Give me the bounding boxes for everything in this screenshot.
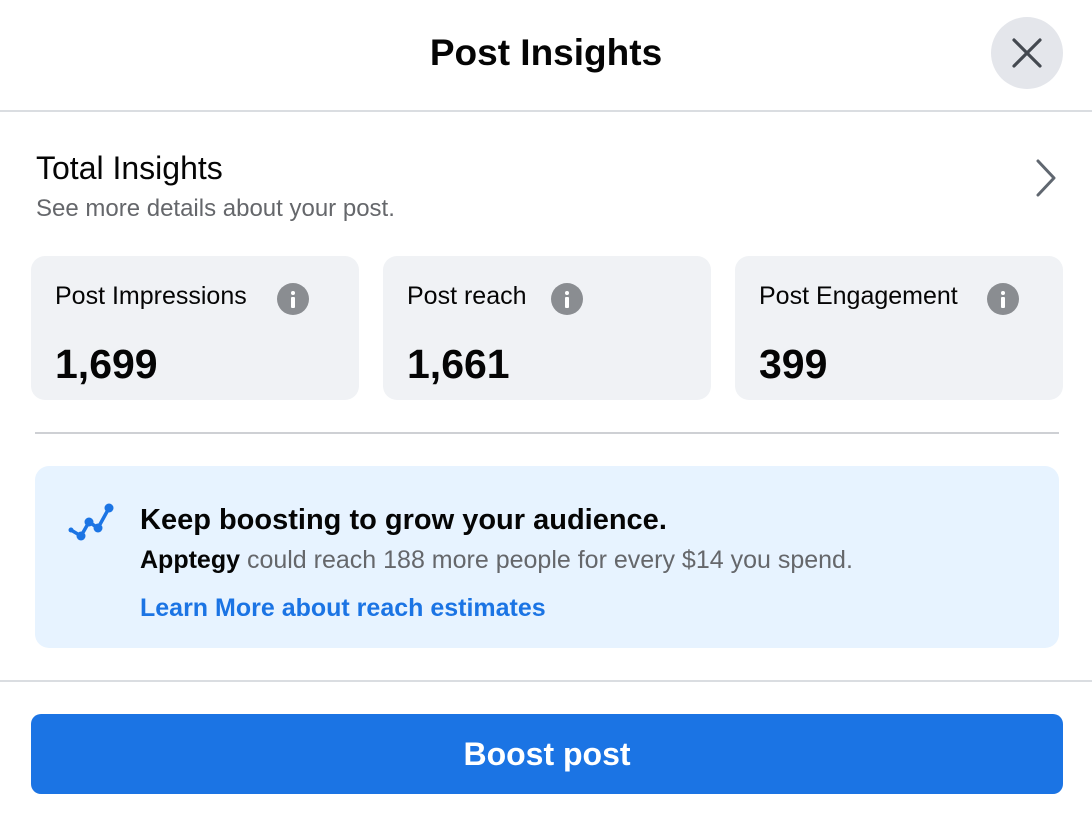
close-button[interactable]: [991, 17, 1063, 89]
metric-value: 1,699: [55, 341, 158, 387]
metric-value: 399: [759, 341, 828, 387]
page-name: Apptegy: [140, 546, 240, 574]
metric-label: Post reach: [407, 282, 527, 310]
info-icon[interactable]: [551, 283, 583, 315]
metric-label: Post Engagement: [759, 282, 958, 310]
trend-line-icon: [68, 503, 114, 541]
metric-label: Post Impressions: [55, 282, 247, 310]
promo-title: Keep boosting to grow your audience.: [140, 504, 667, 536]
dialog-header: Post Insights: [0, 0, 1092, 112]
promo-body-text: could reach 188 more people for every $1…: [240, 546, 853, 574]
dialog-title: Post Insights: [429, 32, 663, 73]
info-icon[interactable]: [987, 283, 1019, 315]
metric-card-reach: Post reach 1,661: [383, 256, 711, 400]
total-insights-row[interactable]: Total Insights See more details about yo…: [36, 148, 1058, 228]
close-icon: [1012, 38, 1042, 68]
promo-body: Apptegy could reach 188 more people for …: [140, 544, 853, 576]
metric-value: 1,661: [407, 341, 510, 387]
total-insights-subtitle: See more details about your post.: [36, 195, 395, 222]
section-divider: [35, 432, 1059, 434]
metric-card-impressions: Post Impressions 1,699: [31, 256, 359, 400]
learn-more-link[interactable]: Learn More about reach estimates: [140, 592, 546, 624]
boost-post-button[interactable]: Boost post: [31, 714, 1063, 794]
boost-promo-banner: Keep boosting to grow your audience. App…: [35, 466, 1059, 648]
footer-divider: [0, 680, 1092, 682]
chevron-right-icon: [1036, 159, 1056, 197]
info-icon[interactable]: [277, 283, 309, 315]
metric-card-engagement: Post Engagement 399: [735, 256, 1063, 400]
total-insights-title: Total Insights: [36, 150, 223, 186]
